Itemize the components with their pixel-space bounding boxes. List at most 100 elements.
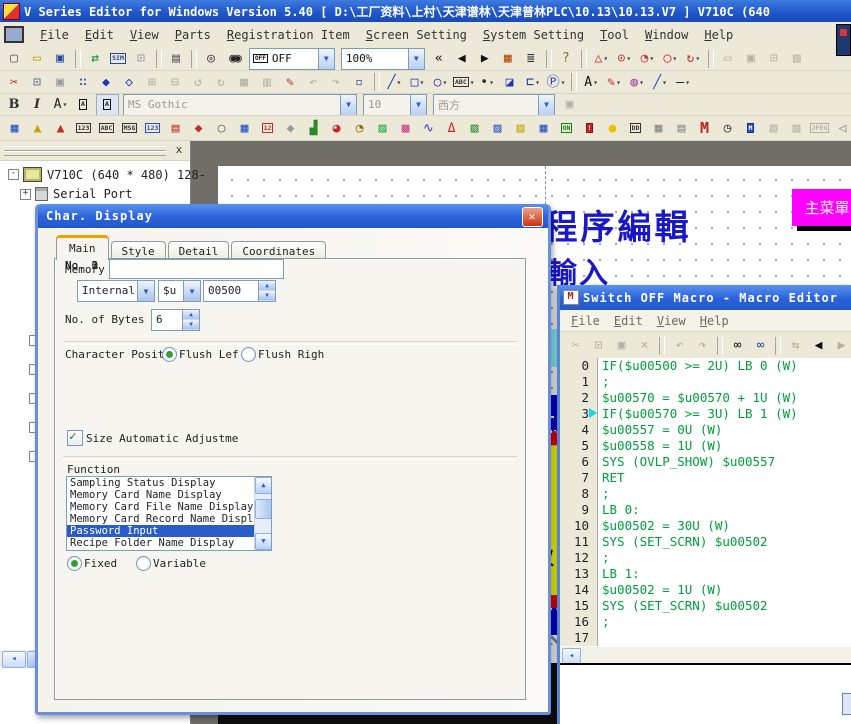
parts-circle-icon[interactable]: ⊙▾ bbox=[614, 49, 635, 69]
gripper[interactable] bbox=[4, 151, 166, 156]
macro-menu-item[interactable]: File bbox=[564, 312, 607, 330]
open-disabled-icon[interactable]: ▭ bbox=[718, 49, 739, 69]
chevron-down-icon[interactable]: ▼ bbox=[410, 95, 426, 115]
date-icon[interactable]: DD bbox=[625, 118, 646, 138]
entry-icon[interactable]: ◆ bbox=[188, 118, 209, 138]
menu-item[interactable]: System Setting bbox=[475, 25, 592, 45]
macro-code-line[interactable]: 1 ; bbox=[560, 374, 851, 390]
graph-relay-icon[interactable]: ▧ bbox=[510, 118, 531, 138]
char-style-active-icon[interactable]: A bbox=[96, 94, 119, 116]
macro-code-line[interactable]: 0 IF($u00500 >= 2U) LB 0 (W) bbox=[560, 358, 851, 374]
send-back-icon[interactable]: ⊟ bbox=[165, 72, 186, 92]
menu-item[interactable]: Edit bbox=[77, 25, 122, 45]
scroll-up-icon[interactable]: ▲ bbox=[255, 477, 272, 494]
align-icon[interactable]: ▦ bbox=[234, 72, 255, 92]
scale-icon[interactable]: ⊏▾ bbox=[523, 72, 544, 92]
screen-part-icon[interactable]: ▦ bbox=[4, 118, 25, 138]
table-data-icon[interactable]: 123 bbox=[142, 118, 163, 138]
switch-part-icon[interactable]: ▲ bbox=[50, 118, 71, 138]
menu-item[interactable]: Window bbox=[637, 25, 696, 45]
function-list-item[interactable]: Recipe Folder Name Display bbox=[67, 537, 271, 549]
rotate-left-icon[interactable]: ↺ bbox=[188, 72, 209, 92]
value-input[interactable] bbox=[109, 259, 284, 279]
menu-item[interactable]: Parts bbox=[167, 25, 219, 45]
macro-title-bar[interactable]: M Switch OFF Macro - Macro Editor bbox=[560, 285, 851, 310]
memory-address-spinner[interactable]: 00500 ▲▼ bbox=[203, 280, 276, 302]
macro-back-icon[interactable]: ◀ bbox=[808, 336, 829, 356]
function-list-item[interactable]: Password Input bbox=[67, 525, 271, 537]
redo-icon[interactable]: ↷ bbox=[326, 72, 347, 92]
chevron-down-icon[interactable]: ▼ bbox=[408, 49, 424, 69]
data-block-icon[interactable]: ▤ bbox=[165, 118, 186, 138]
fixed-radio[interactable] bbox=[67, 556, 82, 571]
select-mode-icon[interactable]: ▫ bbox=[349, 72, 370, 92]
function-list-item[interactable]: Memory Card Record Name Displa bbox=[67, 513, 271, 525]
draw-line-icon[interactable]: ╱▾ bbox=[384, 72, 405, 92]
macro-code-area[interactable]: 0 IF($u00500 >= 2U) LB 0 (W) 1 ; 2 $u005… bbox=[560, 358, 851, 646]
bold-icon[interactable]: B bbox=[4, 95, 25, 115]
macro-code-line[interactable]: 5 $u00558 = 1U (W) bbox=[560, 438, 851, 454]
macro-code-line[interactable]: 4 $u00557 = 0U (W) bbox=[560, 422, 851, 438]
draw-circle-icon[interactable]: ○▾ bbox=[430, 72, 451, 92]
window-disabled-icon[interactable]: ⊡ bbox=[764, 49, 785, 69]
pie-graph-icon[interactable]: ◕ bbox=[326, 118, 347, 138]
macro-menu-item[interactable]: Help bbox=[693, 312, 736, 330]
macro-replace-icon[interactable]: ∞ bbox=[750, 336, 771, 356]
menu-item[interactable]: Registration Item bbox=[219, 25, 358, 45]
macro-menu-item[interactable]: Edit bbox=[607, 312, 650, 330]
line-width-icon[interactable]: —▾ bbox=[673, 72, 694, 92]
image-disabled-icon[interactable]: ▨ bbox=[787, 49, 808, 69]
macro-code-line[interactable]: 3 IF($u00570 >= 3U) LB 1 (W) bbox=[560, 406, 851, 422]
function-list-item[interactable]: Memory Card File Name Display bbox=[67, 501, 271, 513]
group-icon[interactable]: ◆ bbox=[96, 72, 117, 92]
paint-icon[interactable]: ◪ bbox=[500, 72, 521, 92]
preview-eyes-icon[interactable]: ◉◉ bbox=[224, 49, 245, 69]
close-icon[interactable]: x bbox=[172, 143, 186, 157]
spinner-buttons[interactable]: ▲▼ bbox=[182, 310, 199, 330]
macro-delete-icon[interactable]: × bbox=[634, 336, 655, 356]
memory-type-combo[interactable]: Internal ▼ bbox=[77, 280, 155, 302]
macro-swap-icon[interactable]: ⇆ bbox=[785, 336, 806, 356]
data-table-icon[interactable]: ▦ bbox=[533, 118, 554, 138]
panel-meter-icon[interactable]: ▩ bbox=[395, 118, 416, 138]
macro-horizontal-scrollbar[interactable]: ◂ bbox=[560, 646, 851, 664]
paste-icon[interactable]: ▣ bbox=[50, 72, 71, 92]
macro-code-line[interactable]: 16 ; bbox=[560, 614, 851, 630]
spinner-buttons[interactable]: ▲▼ bbox=[258, 281, 275, 301]
collapse-icon[interactable]: - bbox=[8, 169, 19, 180]
parts-triangle-icon[interactable]: △▾ bbox=[591, 49, 612, 69]
font-disabled-icon[interactable]: ▣ bbox=[559, 95, 580, 115]
back-screen-icon[interactable]: ◀ bbox=[452, 49, 473, 69]
macro-redo-icon[interactable]: ↷ bbox=[692, 336, 713, 356]
macro-code-line[interactable]: 15 SYS (SET_SCRN) $u00502 bbox=[560, 598, 851, 614]
macro-cut-icon[interactable]: ✂ bbox=[565, 336, 586, 356]
rotate-right-icon[interactable]: ↻ bbox=[211, 72, 232, 92]
meter-icon[interactable]: ◔ bbox=[349, 118, 370, 138]
title-bar[interactable]: V Series Editor for Windows Version 5.40… bbox=[0, 0, 851, 22]
item-list-icon[interactable]: ≣ bbox=[521, 49, 542, 69]
macro-code-line[interactable]: 9 LB 0: bbox=[560, 502, 851, 518]
memo-pad-icon[interactable]: ▤ bbox=[671, 118, 692, 138]
menu-item[interactable]: Help bbox=[696, 25, 741, 45]
macro-forward-icon[interactable]: ▶ bbox=[831, 336, 851, 356]
font-name-combo[interactable]: MS Gothic ▼ bbox=[123, 94, 357, 116]
draw-dot-icon[interactable]: •▾ bbox=[477, 72, 498, 92]
chevron-down-icon[interactable]: ▼ bbox=[318, 49, 334, 69]
bell-icon[interactable]: ● bbox=[602, 118, 623, 138]
macro-code-line[interactable]: 11 SYS (SET_SCRN) $u00502 bbox=[560, 534, 851, 550]
memory-device-combo[interactable]: $u ▼ bbox=[158, 280, 201, 302]
macro-icon[interactable]: M bbox=[694, 118, 715, 138]
dialog-title-bar[interactable]: Char. Display ✕ bbox=[38, 204, 548, 228]
graphic-icon[interactable]: ▧ bbox=[464, 118, 485, 138]
bring-front-icon[interactable]: ⊞ bbox=[142, 72, 163, 92]
flush-left-radio[interactable] bbox=[162, 347, 177, 362]
italic-icon[interactable]: I bbox=[27, 95, 48, 115]
next-screen-icon[interactable]: ▶ bbox=[475, 49, 496, 69]
zoom-tool-icon[interactable]: ◎ bbox=[201, 49, 222, 69]
macro-menu-item[interactable]: View bbox=[650, 312, 693, 330]
variable-radio[interactable] bbox=[136, 556, 151, 571]
text-color-icon[interactable]: A▾ bbox=[581, 72, 602, 92]
calendar-icon[interactable]: ▦ bbox=[648, 118, 669, 138]
tree-node-serial-port[interactable]: + Serial Port bbox=[20, 187, 132, 201]
char-display-icon[interactable]: ABC bbox=[96, 118, 117, 138]
